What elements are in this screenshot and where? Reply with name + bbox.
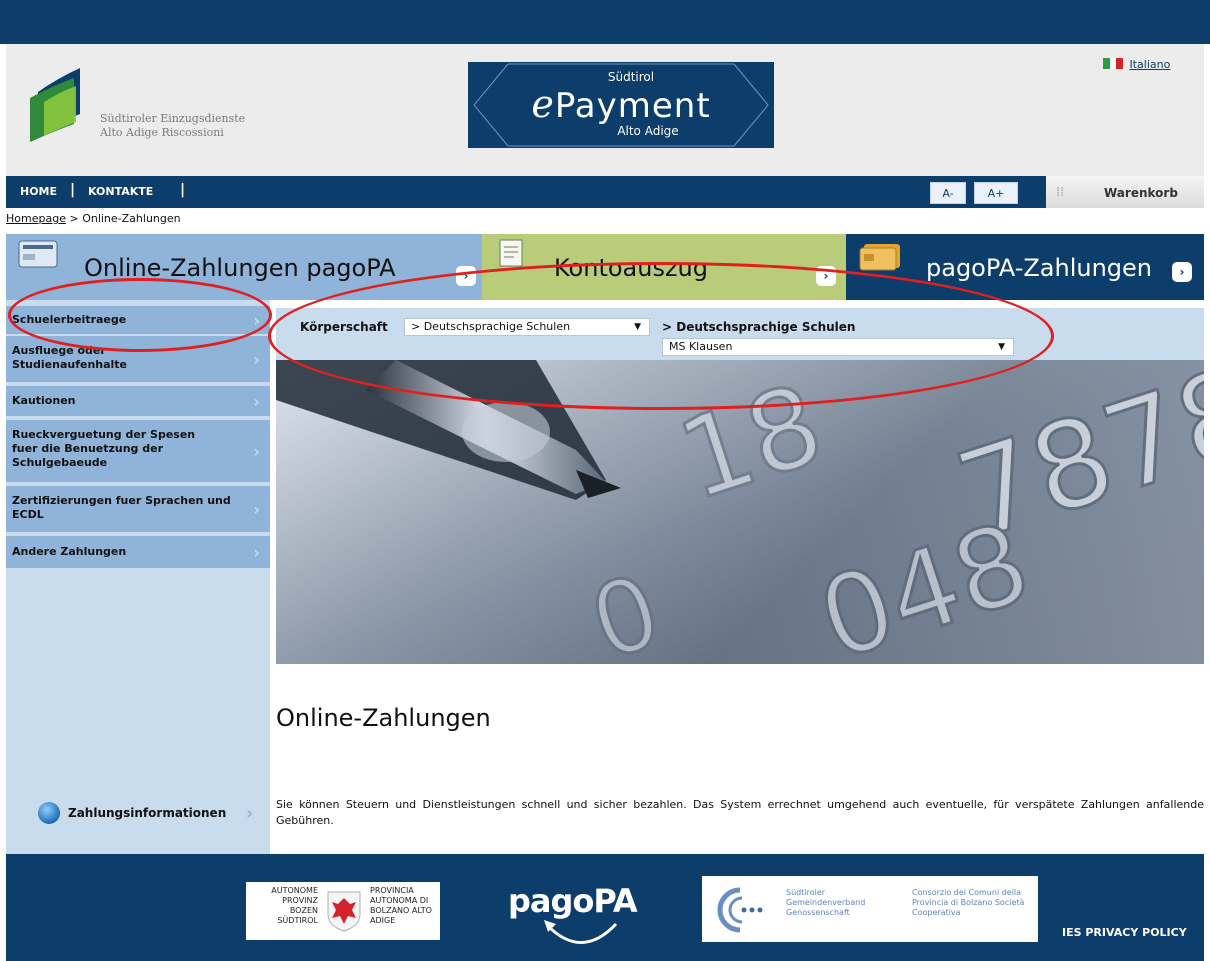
language-switch[interactable]: Italiano (1103, 58, 1170, 71)
top-bar (0, 0, 1210, 44)
sidebar-item-label: Ausfluege oder Studienaufenhalte (12, 344, 128, 371)
tab-kontoauszug[interactable]: Kontoauszug › (482, 234, 846, 300)
cart-label: Warenkorb (1104, 186, 1178, 200)
province-name-de: AUTONOME PROVINZ BOZEN SÜDTIROL (271, 886, 318, 925)
privacy-policy-link[interactable]: IES PRIVACY POLICY (1062, 926, 1187, 939)
sidebar-item-andere-zahlungen[interactable]: Andere Zahlungen › (6, 536, 270, 568)
italian-flag-icon (1103, 58, 1123, 69)
site-footer: AUTONOME PROVINZ BOZEN SÜDTIROL PROVINCI… (6, 854, 1204, 961)
hero-credit-card-image: 18 7878 048 0 (276, 360, 1204, 664)
logo-line-1: Südtiroler Einzugsdienste (100, 112, 246, 125)
tab-pagopa-zahlungen-label: pagoPA-Zahlungen (926, 254, 1153, 282)
school-select-value: MS Klausen (669, 340, 733, 353)
entity-path: > Deutschsprachige Schulen (662, 320, 856, 334)
pagopa-logo[interactable]: pagoPA (498, 876, 638, 946)
main-nav: HOME | KONTAKTE | A- A+ ⁞⁞ Warenkorb (6, 176, 1204, 208)
tab-online-zahlungen-label: Online-Zahlungen pagoPA (84, 254, 396, 282)
chevron-right-icon: › (456, 266, 476, 286)
sidebar-item-schuelerbeitraege[interactable]: Schuelerbeitraege › (6, 306, 270, 334)
site-header: Südtiroler Einzugsdienste Alto Adige Ris… (6, 44, 1204, 176)
sidebar-item-label: Zertifizierungen fuer Sprachen und ECDL (12, 494, 231, 521)
pagopa-logo-text: pagoPA (508, 882, 638, 920)
breadcrumb-separator: > (69, 212, 79, 225)
epayment-word: Payment (554, 86, 711, 126)
breadcrumb: Homepage > Online-Zahlungen (6, 212, 181, 225)
chevron-right-icon: › (253, 350, 260, 369)
epayment-e: e (531, 82, 555, 126)
school-select[interactable]: MS Klausen ▼ (662, 338, 1014, 356)
sidebar-item-label: Kautionen (12, 394, 76, 407)
chevron-right-icon: › (246, 803, 254, 824)
tab-pagopa-zahlungen[interactable]: pagoPA-Zahlungen › (846, 234, 1204, 300)
chevron-right-icon: › (253, 392, 260, 411)
sidebar-item-label: Schuelerbeitraege (12, 313, 127, 326)
nav-separator: | (70, 182, 76, 198)
epayment-title: ePayment (468, 82, 774, 126)
gemeindenverband-logo[interactable]: Südtiroler Gemeindenverband Genossenscha… (702, 876, 1038, 942)
chevron-right-icon: › (1172, 262, 1192, 282)
sidebar-item-label: Rueckverguetung der Spesen fuer die Benu… (12, 428, 196, 469)
sidebar-item-zertifizierungen[interactable]: Zertifizierungen fuer Sprachen und ECDL … (6, 486, 270, 532)
gemeindenverband-name-it: Consorzio dei Comuni della Provincia di … (912, 888, 1025, 917)
main-tabs: Online-Zahlungen pagoPA › Kontoauszug › … (6, 234, 1204, 300)
suedtiroler-einzugsdienste-logo[interactable]: Südtiroler Einzugsdienste Alto Adige Ris… (30, 64, 330, 144)
tab-kontoauszug-label: Kontoauszug (554, 254, 708, 282)
chevron-right-icon: › (253, 500, 260, 519)
dropdown-arrow-icon: ▼ (634, 322, 641, 332)
chevron-right-icon: › (253, 543, 260, 562)
tab-online-zahlungen[interactable]: Online-Zahlungen pagoPA › (6, 234, 482, 300)
payment-info-label: Zahlungsinformationen (68, 806, 227, 820)
nav-separator: | (180, 182, 186, 198)
credit-card-pen-image: 18 7878 048 0 (276, 360, 1204, 664)
breadcrumb-current: Online-Zahlungen (82, 212, 181, 225)
sidebar-item-kautionen[interactable]: Kautionen › (6, 386, 270, 416)
font-larger-button[interactable]: A+ (974, 182, 1018, 204)
eagle-coat-of-arms-icon (327, 891, 361, 932)
chevron-right-icon: › (816, 266, 836, 286)
sidebar: Schuelerbeitraege › Ausfluege oder Studi… (6, 300, 270, 854)
globe-icon (38, 802, 60, 824)
font-smaller-button[interactable]: A- (930, 182, 966, 204)
dropdown-arrow-icon: ▼ (998, 342, 1005, 352)
statement-document-icon (499, 239, 523, 267)
logo-mark-icon (30, 68, 80, 142)
sidebar-item-ausfluege[interactable]: Ausfluege oder Studienaufenhalte › (6, 336, 270, 382)
epayment-logo: Südtirol ePayment Alto Adige (468, 62, 774, 148)
breadcrumb-home-link[interactable]: Homepage (6, 212, 66, 225)
chevron-right-icon: › (253, 311, 260, 330)
epayment-alto-adige: Alto Adige (617, 124, 679, 138)
entity-select[interactable]: > Deutschsprachige Schulen ▼ (404, 318, 650, 336)
nav-home-link[interactable]: HOME (20, 185, 57, 198)
language-link-italiano[interactable]: Italiano (1130, 58, 1171, 71)
pagopa-arrow-icon (544, 920, 618, 944)
entity-label: Körperschaft (300, 320, 388, 334)
page-intro-text: Sie können Steuern und Dienstleistungen … (276, 798, 1204, 827)
entity-filter-bar: Körperschaft > Deutschsprachige Schulen … (276, 308, 1204, 360)
chevron-right-icon: › (253, 442, 260, 461)
payment-info-link[interactable]: Zahlungsinformationen › (38, 802, 268, 826)
entity-select-value: > Deutschsprachige Schulen (411, 320, 571, 333)
card-terminal-icon (18, 240, 58, 268)
logo-line-2: Alto Adige Riscossioni (100, 126, 224, 139)
cart-icon: ⁞⁞ (1056, 185, 1065, 200)
sidebar-item-rueckverguetung[interactable]: Rueckverguetung der Spesen fuer die Benu… (6, 420, 270, 482)
gemeindenverband-name-de: Südtiroler Gemeindenverband Genossenscha… (786, 888, 866, 917)
province-logo[interactable]: AUTONOME PROVINZ BOZEN SÜDTIROL PROVINCI… (246, 882, 440, 940)
nav-contacts-link[interactable]: KONTAKTE (88, 185, 153, 198)
sidebar-item-label: Andere Zahlungen (12, 545, 127, 558)
cart-button[interactable]: ⁞⁞ Warenkorb (1046, 176, 1204, 208)
province-name-it: PROVINCIA AUTONOMA DI BOLZANO ALTO ADIGE (370, 886, 432, 925)
credit-card-icon (859, 244, 900, 271)
gemeindenverband-mark-icon (717, 887, 763, 933)
page-title: Online-Zahlungen (276, 704, 491, 732)
